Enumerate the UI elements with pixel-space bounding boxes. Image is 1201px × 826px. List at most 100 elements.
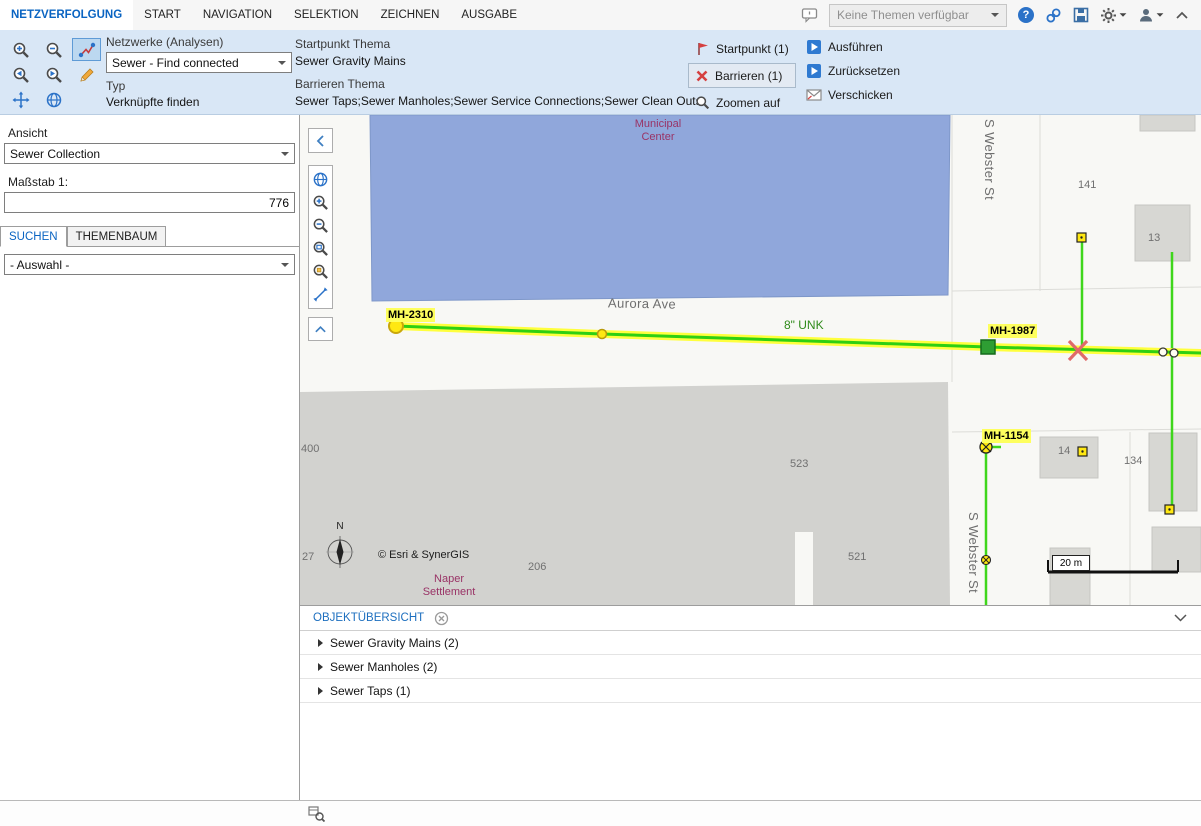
chevron-down-icon	[1120, 13, 1127, 16]
zoom-to-button-label: Zoomen auf	[716, 96, 780, 110]
zoom-out-tool-button[interactable]	[39, 38, 68, 61]
ribbon-tabs: NETZVERFOLGUNG START NAVIGATION SELEKTIO…	[0, 0, 528, 30]
overview-item-gravity-mains[interactable]: Sewer Gravity Mains (2)	[300, 631, 1201, 655]
tab-start[interactable]: START	[133, 0, 192, 30]
parcel-label: 400	[301, 443, 319, 455]
manhole-mid-marker[interactable]	[598, 330, 607, 339]
map-zoom-selection-button[interactable]	[309, 260, 332, 283]
street-label-aurora-ave: Aurora Ave	[608, 295, 676, 311]
table-search-button[interactable]	[308, 805, 325, 822]
magnifier-minus-icon	[312, 217, 329, 234]
user-menu-button[interactable]	[1138, 7, 1164, 23]
manhole-label-mh2310: MH-2310	[386, 308, 435, 322]
application-window: NETZVERFOLGUNG START NAVIGATION SELEKTIO…	[0, 0, 1201, 826]
themes-dropdown[interactable]: Keine Themen verfügbar	[829, 4, 1007, 27]
search-selection-combobox[interactable]: - Auswahl -	[4, 254, 295, 275]
network-analysis-group: Netzwerke (Analysen) Sewer - Find connec…	[106, 35, 292, 109]
user-icon	[1138, 7, 1154, 23]
top-tab-bar: NETZVERFOLGUNG START NAVIGATION SELEKTIO…	[0, 0, 1201, 30]
startpoint-theme-value: Sewer Gravity Mains	[295, 53, 702, 70]
overview-item-taps[interactable]: Sewer Taps (1)	[300, 679, 1201, 703]
sidebar-tabs: SUCHEN THEMENBAUM	[0, 226, 299, 247]
manhole-mh1987-marker[interactable]	[981, 340, 995, 354]
tab-themenbaum[interactable]: THEMENBAUM	[67, 226, 167, 246]
execute-button[interactable]: Ausführen	[806, 35, 900, 59]
link-button[interactable]	[1045, 7, 1062, 24]
map-toolbar-collapse-button[interactable]	[308, 317, 333, 341]
chevron-left-icon	[315, 134, 326, 148]
network-combobox-value: Sewer - Find connected	[112, 56, 239, 70]
chevron-up-icon	[1175, 11, 1189, 20]
network-combobox[interactable]: Sewer - Find connected	[106, 52, 292, 73]
map-canvas	[300, 115, 1201, 605]
magnifier-forward-icon	[45, 66, 63, 84]
chevron-down-icon	[281, 152, 289, 156]
themes-dropdown-value: Keine Themen verfügbar	[837, 8, 969, 22]
north-label: N	[327, 521, 353, 532]
map-expand-button[interactable]	[309, 283, 332, 306]
tab-selektion[interactable]: SELEKTION	[283, 0, 370, 30]
collapse-ribbon-button[interactable]	[1175, 11, 1189, 20]
barriers-button[interactable]: Barrieren (1)	[688, 63, 796, 88]
manhole-lateral-marker[interactable]	[982, 556, 991, 565]
feedback-bubble-icon[interactable]	[801, 7, 818, 23]
map-zoom-window-button[interactable]	[309, 237, 332, 260]
magnifier-plus-icon	[12, 41, 30, 59]
save-button[interactable]	[1073, 7, 1089, 23]
magnifier-selection-icon	[312, 263, 329, 280]
trace-run-group: Ausführen Zurücksetzen Verschicken	[806, 35, 900, 107]
tab-suchen[interactable]: SUCHEN	[0, 226, 67, 247]
view-combobox[interactable]: Sewer Collection	[4, 143, 295, 164]
expand-caret-icon	[318, 687, 323, 695]
barriers-button-label: Barrieren (1)	[715, 69, 782, 83]
tab-navigation[interactable]: NAVIGATION	[192, 0, 283, 30]
reset-button[interactable]: Zurücksetzen	[806, 59, 900, 83]
topbar-right-controls: Keine Themen verfügbar ?	[801, 4, 1201, 27]
map-zoom-out-button[interactable]	[309, 214, 332, 237]
close-panel-button[interactable]	[434, 611, 449, 626]
settings-menu-button[interactable]	[1100, 7, 1127, 24]
zoom-in-tool-button[interactable]	[6, 38, 35, 61]
tab-ausgabe[interactable]: AUSGABE	[450, 0, 528, 30]
tab-netzverfolgung[interactable]: NETZVERFOLGUNG	[0, 0, 133, 30]
zoom-to-button[interactable]: Zoomen auf	[688, 90, 796, 115]
trace-tool-button[interactable]	[72, 38, 101, 61]
naper-settlement-label: Naper Settlement	[404, 573, 494, 599]
scale-input[interactable]	[4, 192, 295, 213]
chevron-down-icon	[1157, 13, 1164, 16]
run-arrow-icon	[806, 39, 822, 55]
pan-tool-button[interactable]	[6, 88, 35, 111]
magnifier-icon	[695, 95, 710, 110]
map-viewport[interactable]: Municipal Center Aurora Ave S Webster St…	[300, 115, 1201, 605]
chevron-down-icon	[1174, 614, 1187, 622]
collapse-panel-button[interactable]	[308, 128, 333, 153]
tab-zeichnen[interactable]: ZEICHNEN	[370, 0, 451, 30]
driveway	[795, 532, 813, 605]
draw-tool-button[interactable]	[72, 63, 101, 86]
overview-item-label: Sewer Manholes (2)	[330, 660, 437, 674]
help-button[interactable]: ?	[1018, 7, 1034, 23]
view-label: Ansicht	[8, 126, 299, 140]
send-button[interactable]: Verschicken	[806, 83, 900, 107]
envelope-icon	[806, 88, 822, 102]
map-full-extent-button[interactable]	[309, 168, 332, 191]
gear-icon	[1100, 7, 1117, 24]
full-extent-tool-button[interactable]	[39, 88, 68, 111]
parcel-label: 14	[1058, 445, 1070, 457]
overview-item-label: Sewer Taps (1)	[330, 684, 410, 698]
startpoint-button[interactable]: Startpunkt (1)	[688, 36, 796, 61]
scale-label: Maßstab 1:	[8, 175, 299, 189]
speech-bubble-icon	[801, 7, 818, 23]
collapse-overview-button[interactable]	[1174, 614, 1187, 622]
help-icon: ?	[1018, 7, 1034, 23]
zoom-next-tool-button[interactable]	[39, 63, 68, 86]
overview-item-manholes[interactable]: Sewer Manholes (2)	[300, 655, 1201, 679]
zoom-previous-tool-button[interactable]	[6, 63, 35, 86]
magnifier-minus-icon	[45, 41, 63, 59]
network-label: Netzwerke (Analysen)	[106, 35, 292, 49]
object-overview-title: OBJEKTÜBERSICHT	[313, 612, 424, 624]
ribbon-zoom-tools	[4, 37, 103, 112]
pan-arrows-icon	[12, 91, 30, 109]
street-label-webster-south: S Webster St	[966, 512, 981, 593]
map-zoom-in-button[interactable]	[309, 191, 332, 214]
